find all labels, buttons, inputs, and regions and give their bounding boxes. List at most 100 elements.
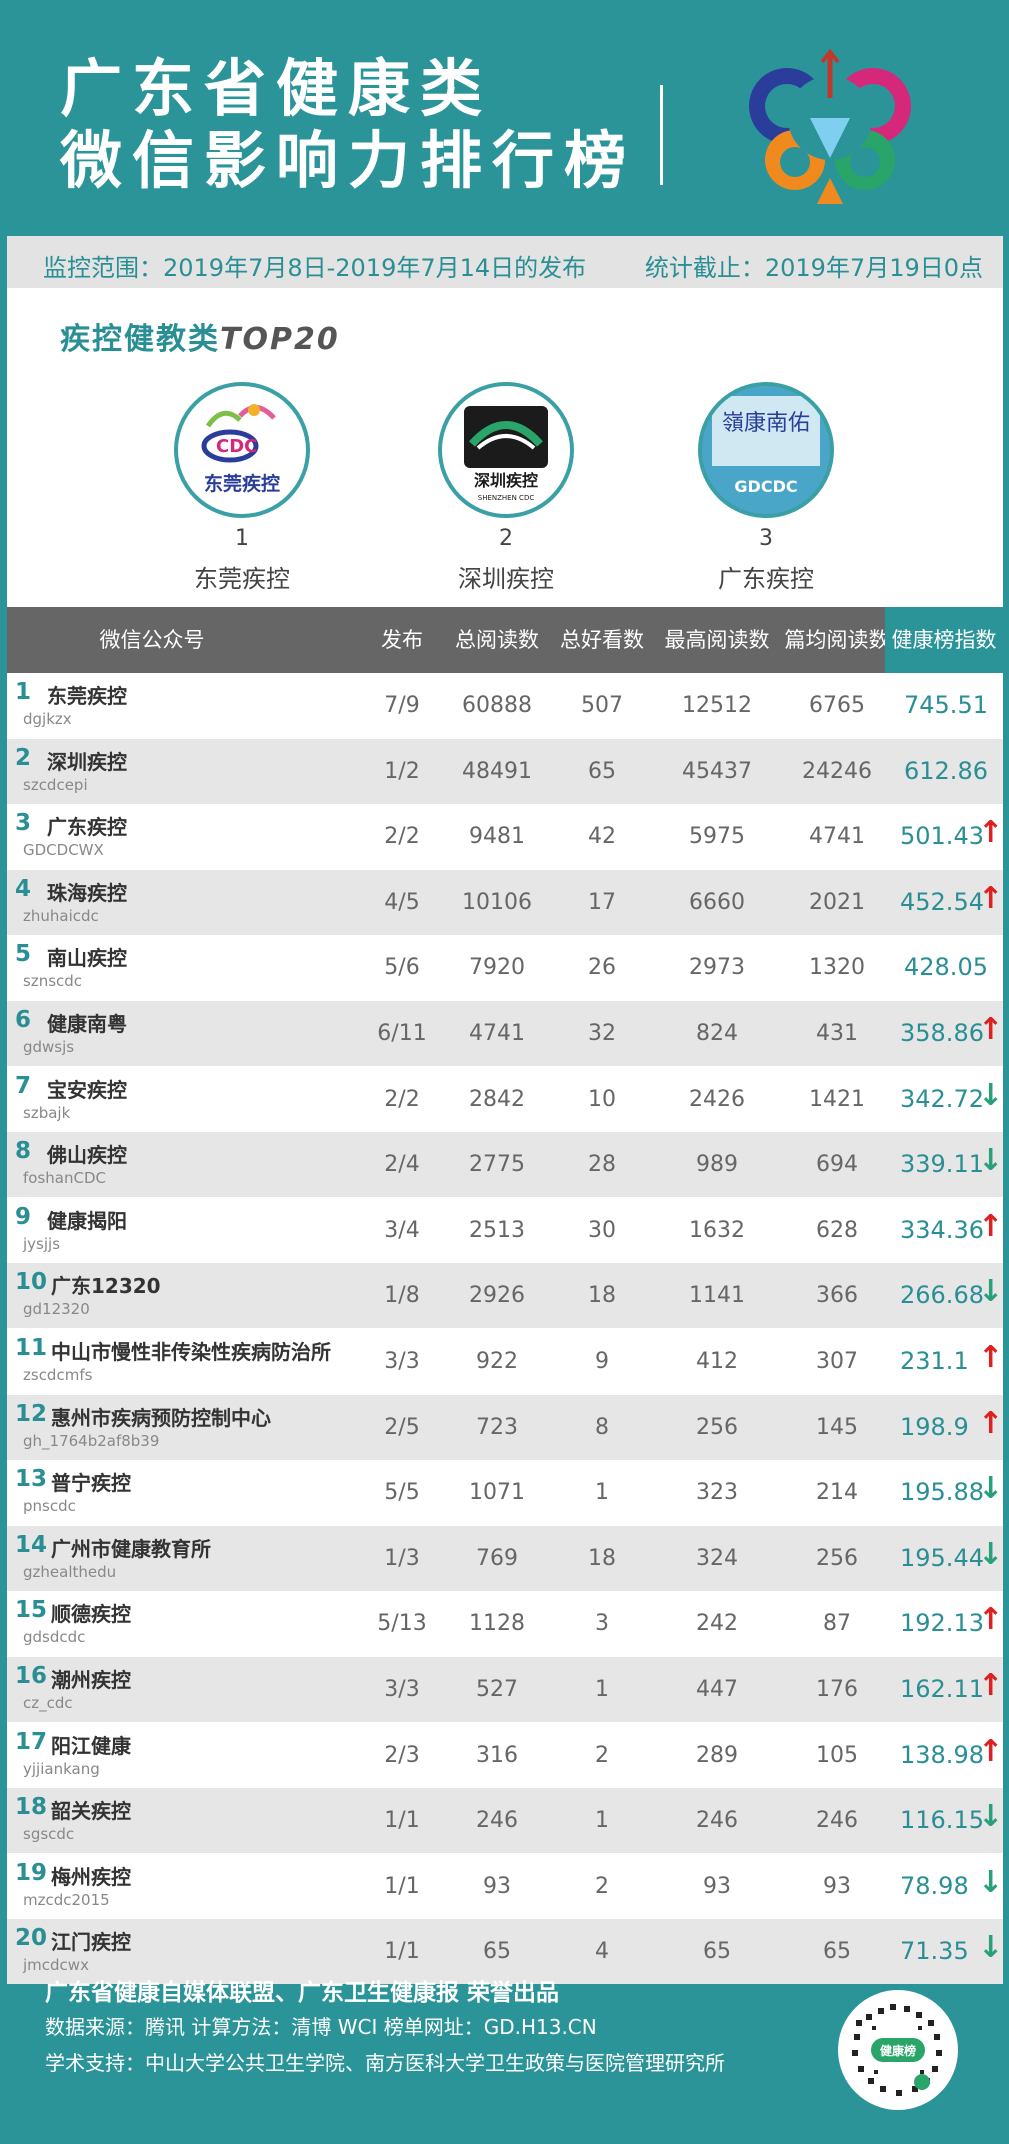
cell-index: 342.72 [900,1084,984,1113]
cell-max-reads: 12512 [682,693,752,718]
cell-max-reads: 324 [696,1545,738,1571]
table-row: 8 佛山疾控 foshanCDC 2/4 2775 28 989 694 339.11 ↓ [7,1132,1004,1198]
cell-index: 339.11 [900,1150,984,1179]
cell-max-reads: 323 [696,1480,738,1506]
cell-publish: 1/8 [384,1283,420,1309]
cell-avg-reads: 214 [816,1480,858,1506]
col-header-max-reads: 最高阅读数 [664,628,770,652]
row-account-name: 南山疾控 [47,946,127,971]
qr-code[interactable]: 健康榜 [838,1990,958,2110]
table-row: 16 潮州疾控 cz_cdc 3/3 527 1 447 176 162.11 ↑ [7,1657,1003,1722]
table-row: 15 顺德疾控 gdsdcdc 5/13 1128 3 242 87 192.13 ↑ [7,1591,1003,1657]
row-rank: 9 [15,1203,32,1230]
trend-up-icon: ↑ [978,1668,1004,1703]
cell-index: 612.86 [904,756,988,785]
cell-total-reads: 723 [476,1414,518,1440]
row-account-name: 潮州疾控 [51,1668,131,1692]
cell-avg-reads: 256 [816,1545,858,1571]
table-row: 11 中山市慢性非传染性疾病防治所 zscdcmfs 3/3 922 9 412 307 231… [7,1329,1003,1394]
cell-index: 198.9 [900,1412,969,1441]
cell-total-likes: 65 [588,758,616,784]
cell-avg-reads: 2021 [809,889,865,915]
table-row: 2 深圳疾控 szcdcepi 1/2 48491 65 45437 24246 612.86 [7,738,1003,804]
cell-max-reads: 65 [703,1939,731,1965]
cell-avg-reads: 6765 [809,693,865,718]
row-rank: 4 [15,875,32,902]
trend-down-icon: ↓ [978,1143,1004,1179]
cell-total-reads: 769 [476,1545,518,1571]
winner-rank: 2 [499,526,513,551]
row-rank: 5 [15,941,32,968]
row-rank: 20 [15,1925,48,1952]
cell-max-reads: 412 [696,1349,738,1374]
cell-publish: 7/9 [384,693,420,718]
row-rank: 12 [15,1400,48,1427]
row-rank: 8 [15,1138,32,1165]
cell-publish: 6/11 [377,1021,427,1046]
row-account-name: 普宁疾控 [51,1471,131,1496]
cell-avg-reads: 145 [816,1414,858,1440]
cell-total-likes: 2 [595,1873,609,1899]
table-row: 10 广东12320 gd12320 1/8 2926 18 1141 366 266.68 ↓ [7,1263,1003,1329]
row-rank: 15 [15,1597,48,1624]
row-account-name: 健康南粤 [47,1012,127,1036]
trend-up-icon: ↑ [978,1405,1004,1441]
cell-index: 334.36 [900,1215,984,1244]
row-rank: 13 [15,1466,48,1493]
cell-index: 162.11 [900,1675,984,1703]
cell-publish: 1/1 [384,1808,420,1834]
winner-logo-sub-2: SHENZHEN CDC [478,494,535,502]
row-account-id: sznscdc [23,972,83,991]
cell-total-reads: 2842 [469,1086,525,1112]
cell-avg-reads: 1320 [809,955,865,981]
cell-max-reads: 93 [703,1873,731,1899]
trend-down-icon: ↓ [978,1536,1004,1572]
trend-down-icon: ↓ [978,1471,1004,1507]
table-row: 1 东莞疾控 dgjkzx 7/9 60888 507 12512 6765 745.51 [7,673,1003,738]
cell-max-reads: 824 [696,1021,738,1046]
cell-total-likes: 1 [595,1677,609,1702]
table-row: 3 广东疾控 GDCDCWX 2/2 9481 42 5975 4741 501.43 ↑ [7,804,1003,870]
cell-max-reads: 256 [696,1414,738,1440]
cell-publish: 4/5 [384,889,420,915]
cell-total-likes: 18 [588,1283,616,1309]
row-account-id: jysjjs [23,1234,61,1253]
table-row: 13 普宁疾控 pnscdc 5/5 1071 1 323 214 195.88 ↓ [7,1460,1004,1526]
table-row: 6 健康南粤 gdwsjs 6/11 4741 32 824 431 358.86 ↑ [7,1001,1003,1066]
cell-max-reads: 289 [696,1742,738,1768]
winner-logo-sub-1: CDC [216,436,257,457]
row-account-id: zscdcmfs [23,1366,93,1384]
cell-avg-reads: 694 [816,1152,858,1178]
winner-3: 嶺康南佑 GDCDC 3 广东疾控 [691,382,841,594]
trend-up-icon: ↑ [978,1340,1004,1375]
cell-total-reads: 2926 [469,1283,525,1309]
cell-total-likes: 32 [588,1021,616,1046]
ranking-panel: 监控范围：2019年7月8日-2019年7月14日的发布 统计截止：2019年7… [7,236,1004,1985]
cell-index: 231.1 [900,1347,969,1375]
winner-logo-text-2: 深圳疾控 [474,471,538,490]
footer-source: 数据来源：腾讯 计算方法：清博 WCI 榜单网址：GD.H13.CN [45,2015,597,2039]
table-row: 7 宝安疾控 szbajk 2/2 2842 10 2426 1421 342.72 ↓ [7,1066,1003,1132]
page: 广东省健康类 微信影响力排行榜 监控范围：2019年7月8日-2019年7月14… [0,0,1009,2144]
cell-total-reads: 4741 [469,1021,525,1046]
cell-total-reads: 48491 [462,758,532,784]
row-rank: 19 [15,1859,48,1886]
cell-publish: 3/4 [384,1217,420,1243]
cell-index: 745.51 [904,691,988,719]
table-row: 5 南山疾控 sznscdc 5/6 7920 26 2973 1320 428.05 [7,935,1003,1001]
cell-total-reads: 527 [476,1677,518,1702]
row-account-name: 梅州疾控 [51,1864,131,1889]
row-account-name: 东莞疾控 [47,684,127,708]
cell-total-reads: 1071 [469,1480,525,1506]
cell-avg-reads: 176 [816,1677,858,1702]
cell-total-likes: 30 [588,1217,616,1243]
cell-total-likes: 42 [588,824,616,850]
table-header: 微信公众号 发布 总阅读数 总好看数 最高阅读数 篇均阅读数 健康榜指数 [7,607,1003,673]
cell-avg-reads: 4741 [809,824,865,850]
table-row: 4 珠海疾控 zhuhaicdc 4/5 10106 17 6660 2021 452.54 ↑ [7,869,1003,935]
cell-total-reads: 93 [483,1873,511,1899]
cell-publish: 5/5 [384,1480,420,1506]
cell-publish: 2/5 [384,1414,420,1440]
cell-publish: 2/3 [384,1742,420,1768]
cell-total-likes: 3 [595,1611,609,1637]
